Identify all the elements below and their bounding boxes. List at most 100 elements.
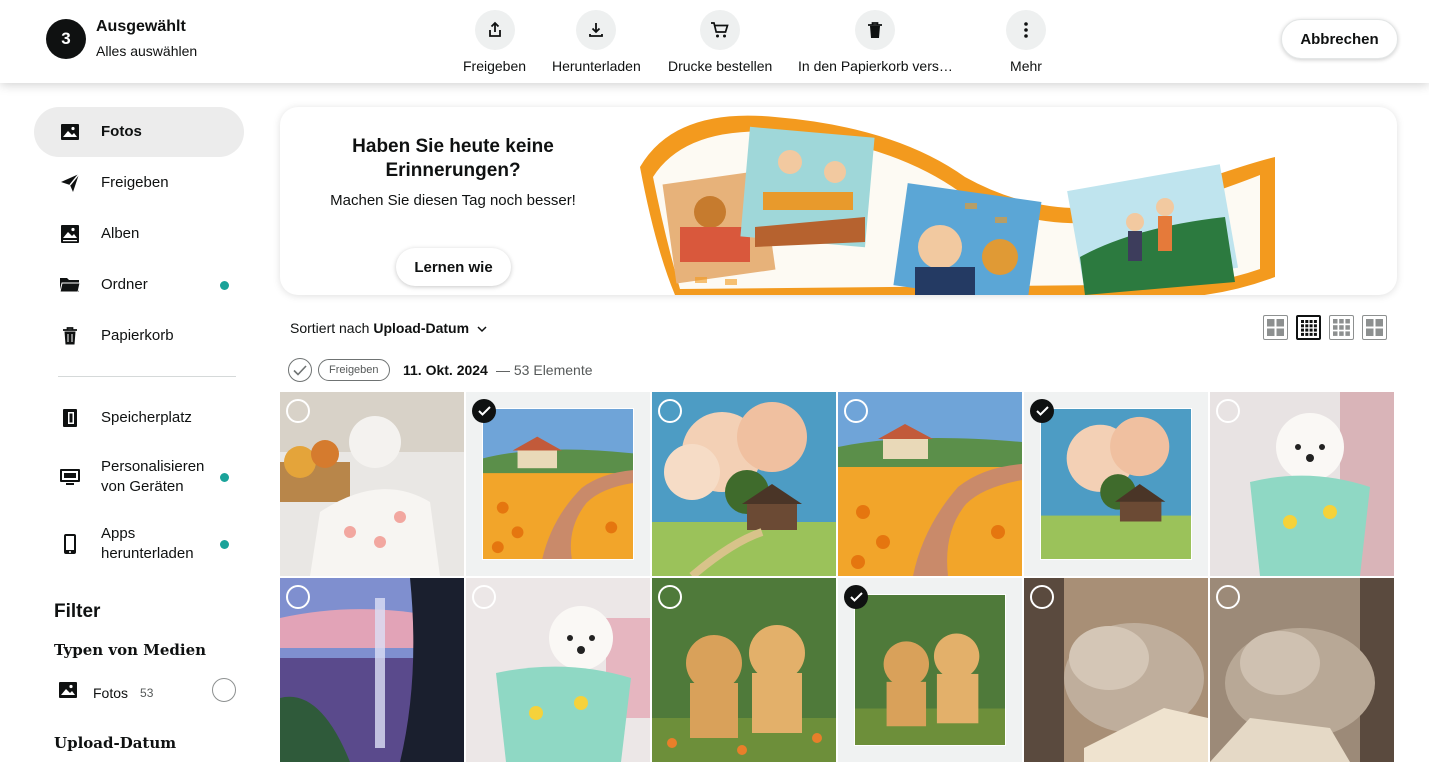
photo-tile[interactable] [1210, 392, 1394, 576]
photo-tile[interactable] [1024, 392, 1208, 576]
sort-value: Upload-Datum [373, 320, 470, 336]
photo-tile[interactable] [1210, 578, 1394, 762]
sidebar-item-folders[interactable]: Ordner [34, 260, 244, 310]
sidebar-item-photos[interactable]: Fotos [34, 107, 244, 157]
large-grid-icon [1267, 319, 1284, 336]
album-icon [58, 222, 82, 246]
filter-photos-row: Fotos 53 [58, 680, 153, 705]
folder-icon [58, 273, 82, 297]
photo-tile[interactable] [838, 392, 1022, 576]
photo-select-checkbox[interactable] [1216, 585, 1240, 609]
photo-tile[interactable] [466, 578, 650, 762]
photo-select-checkbox[interactable] [658, 585, 682, 609]
checkmark-icon [293, 364, 307, 376]
filter-photos-count: 53 [140, 685, 154, 700]
photo-puppy-pajamas [1210, 392, 1394, 576]
download-action-button[interactable]: Herunterladen [552, 10, 641, 74]
photo-tile[interactable] [652, 578, 836, 762]
memories-banner: Haben Sie heute keine Erinnerungen? Mach… [280, 107, 1397, 295]
sidebar-item-storage[interactable]: Speicherplatz [34, 393, 244, 443]
view-mosaic-button[interactable] [1362, 315, 1387, 340]
photo-tile[interactable] [652, 392, 836, 576]
photo-select-checkbox[interactable] [1216, 399, 1240, 423]
more-action-button[interactable]: Mehr [1006, 10, 1046, 74]
film-frame [1067, 164, 1239, 295]
notification-dot [220, 472, 229, 482]
photo-sunflower-house [482, 408, 634, 560]
phone-icon [58, 532, 82, 556]
sidebar-item-share[interactable]: Freigeben [34, 158, 244, 208]
photo-icon [58, 120, 82, 144]
photo-tile[interactable] [466, 392, 650, 576]
media-types-heading: Typen von Medien [54, 641, 207, 659]
photo-tile[interactable] [280, 392, 464, 576]
photo-dog-dress [280, 392, 464, 576]
download-action-label: Herunterladen [552, 58, 641, 74]
checkmark-icon [1035, 406, 1049, 416]
sidebar-item-albums[interactable]: Alben [34, 209, 244, 259]
photo-select-checkbox[interactable] [1030, 585, 1054, 609]
photo-icon [58, 680, 78, 705]
photo-tile[interactable] [1024, 578, 1208, 762]
cancel-button[interactable]: Abbrechen [1281, 19, 1398, 59]
photo-golden-puppies [652, 578, 836, 762]
photo-golden-puppies [854, 594, 1006, 746]
share-date-group-button[interactable]: Freigeben [318, 359, 390, 381]
share-icon [474, 10, 515, 50]
film-strip-illustration [640, 115, 1275, 295]
small-grid-icon [1301, 320, 1317, 336]
photo-select-checkbox[interactable] [1030, 399, 1054, 423]
photo-select-checkbox[interactable] [844, 585, 868, 609]
sidebar-item-label: Personalisieren von Geräten [101, 458, 205, 495]
learn-how-button[interactable]: Lernen wie [396, 248, 511, 286]
select-all-link[interactable]: Alles auswählen [96, 43, 197, 59]
view-large-grid-button[interactable] [1263, 315, 1288, 340]
notification-dot [220, 539, 229, 549]
sidebar-item-label: Fotos [101, 123, 142, 140]
medium-grid-icon [1333, 319, 1350, 336]
select-date-group-checkbox[interactable] [288, 358, 312, 382]
notification-dot [220, 280, 229, 290]
sidebar-item-personalize-devices[interactable]: Personalisieren von Geräten [34, 452, 244, 502]
move-to-trash-action-button[interactable]: In den Papierkorb vers… [798, 10, 953, 74]
chevron-down-icon [477, 320, 487, 336]
view-medium-grid-button[interactable] [1329, 315, 1354, 340]
photo-select-checkbox[interactable] [472, 585, 496, 609]
photo-select-checkbox[interactable] [472, 399, 496, 423]
filter-photos-radio[interactable] [212, 678, 236, 702]
filter-photos-label: Fotos [93, 684, 129, 701]
more-icon [1006, 10, 1046, 50]
sort-dropdown[interactable]: Sortiert nach Upload-Datum [290, 320, 487, 336]
photo-tile[interactable] [280, 578, 464, 762]
banner-title: Haben Sie heute keine Erinnerungen? [352, 136, 554, 181]
more-action-label: Mehr [1010, 58, 1042, 74]
share-action-button[interactable]: Freigeben [463, 10, 526, 74]
photo-sleeping-cat [1024, 578, 1208, 762]
photo-clouds-cottage [1040, 408, 1192, 560]
sidebar-item-trash[interactable]: Papierkorb [34, 311, 244, 361]
date-group-title: 11. Okt. 2024 [403, 362, 488, 378]
sort-prefix: Sortiert nach [290, 320, 370, 336]
move-to-trash-action-label: In den Papierkorb vers… [798, 58, 953, 74]
cart-icon [700, 10, 741, 50]
checkmark-icon [477, 406, 491, 416]
selection-count-badge: 3 [46, 19, 86, 59]
trash-icon [58, 324, 82, 348]
photo-select-checkbox[interactable] [844, 399, 868, 423]
order-prints-action-button[interactable]: Drucke bestellen [668, 10, 772, 74]
photo-select-checkbox[interactable] [286, 399, 310, 423]
sidebar-item-download-apps[interactable]: Apps herunterladen [34, 519, 244, 569]
share-action-label: Freigeben [463, 58, 527, 74]
photo-select-checkbox[interactable] [286, 585, 310, 609]
storage-icon [58, 406, 82, 430]
view-small-grid-button[interactable] [1296, 315, 1321, 340]
download-icon [576, 10, 617, 50]
order-prints-action-label: Drucke bestellen [668, 58, 773, 74]
upload-date-heading: Upload-Datum [54, 734, 177, 752]
film-frame [740, 126, 875, 248]
sidebar-item-label: Papierkorb [101, 327, 174, 344]
checkmark-icon [849, 592, 863, 602]
sidebar-item-label: Apps herunterladen [101, 525, 194, 562]
photo-select-checkbox[interactable] [658, 399, 682, 423]
photo-tile[interactable] [838, 578, 1022, 762]
